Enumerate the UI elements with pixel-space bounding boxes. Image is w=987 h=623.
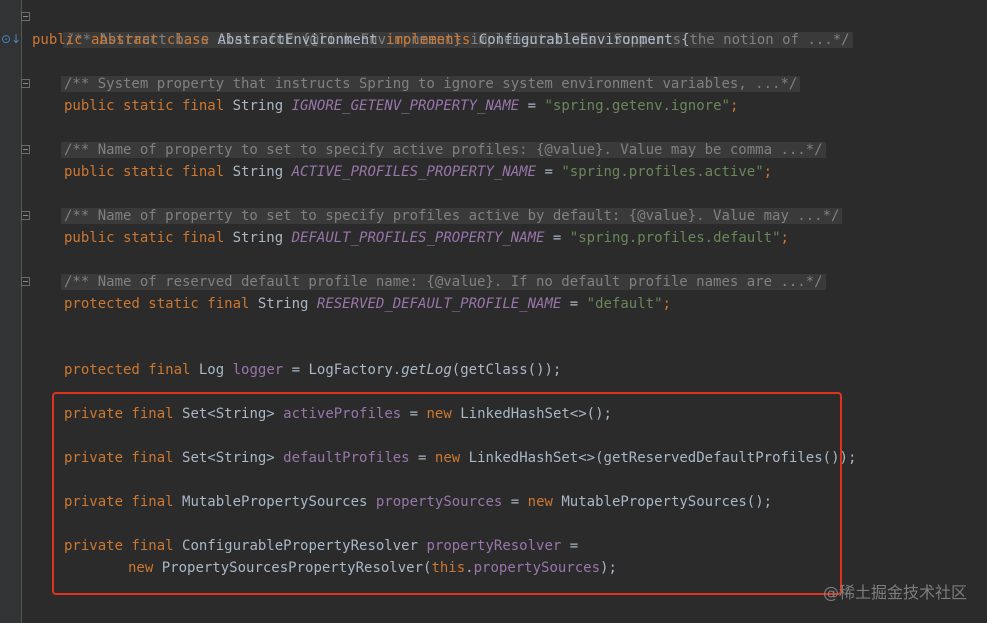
folded-doc-comment[interactable]: /** System property that instructs Sprin… [61,76,801,92]
folded-doc-comment[interactable]: /** Name of reserved default profile nam… [61,274,826,290]
keyword: abstract [91,32,159,48]
expression: = LogFactory. [291,362,402,378]
code-line: public static final String DEFAULT_PROFI… [64,230,789,246]
keyword: public [32,32,83,48]
type-name: String [257,296,309,312]
fold-marker-icon[interactable] [21,12,30,21]
code-line: /** Name of property to set to specify p… [61,205,843,227]
code-line: public static final String IGNORE_GETENV… [64,98,739,114]
string-literal: "spring.profiles.active" [561,164,764,180]
method-call: getLog [401,362,452,378]
modifiers: public static final [64,98,225,114]
folded-doc-comment[interactable]: /** Name of property to set to specify p… [61,208,843,224]
code-line: protected final Log logger = LogFactory.… [64,359,561,381]
field-name: logger [232,362,284,378]
editor-gutter [0,0,22,623]
override-down-arrow-icon[interactable]: ⊙↓ [1,32,21,46]
type-name: String [232,230,284,246]
fold-marker-icon[interactable] [21,145,30,154]
code-line: /** Abstract base class for {@link Envir… [32,7,853,48]
constant-name: ACTIVE_PROFILES_PROPERTY_NAME [291,164,537,180]
code-line: protected static final String RESERVED_D… [64,296,671,312]
operator: = [552,230,562,246]
code-line: /** Name of reserved default profile nam… [61,271,826,293]
highlight-box [52,392,842,595]
type-name: Log [198,362,225,378]
fold-marker-icon[interactable] [21,211,30,220]
type-name: String [232,164,284,180]
constant-name: IGNORE_GETENV_PROPERTY_NAME [291,98,520,114]
keyword: implements [386,32,471,48]
code-line: public static final String ACTIVE_PROFIL… [64,164,773,180]
fold-marker-icon[interactable] [21,79,30,88]
code-line: /** System property that instructs Sprin… [61,73,801,95]
fold-marker-icon[interactable] [21,277,30,286]
string-literal: "spring.getenv.ignore" [544,98,730,114]
operator: = [544,164,553,180]
modifiers: public static final [64,230,225,246]
modifiers: public static final [64,164,225,180]
string-literal: "spring.profiles.default" [569,230,781,246]
constant-name: DEFAULT_PROFILES_PROPERTY_NAME [291,230,545,246]
code-line: public abstract class AbstractEnvironmen… [32,29,690,51]
code-line: /** Name of property to set to specify a… [61,139,826,161]
modifiers: protected final [64,362,191,378]
folded-doc-comment[interactable]: /** Name of property to set to specify a… [61,142,826,158]
type-name: String [232,98,284,114]
interface-name: ConfigurableEnvironment { [478,32,690,48]
class-name: AbstractEnvironment [217,32,378,48]
watermark: @稀土掘金技术社区 [822,583,967,602]
operator: = [569,296,579,312]
keyword: class [166,32,210,48]
constant-name: RESERVED_DEFAULT_PROFILE_NAME [316,296,562,312]
string-literal: "default" [586,296,663,312]
operator: = [527,98,537,114]
expression: (getClass()); [451,362,562,378]
modifiers: protected static final [64,296,250,312]
